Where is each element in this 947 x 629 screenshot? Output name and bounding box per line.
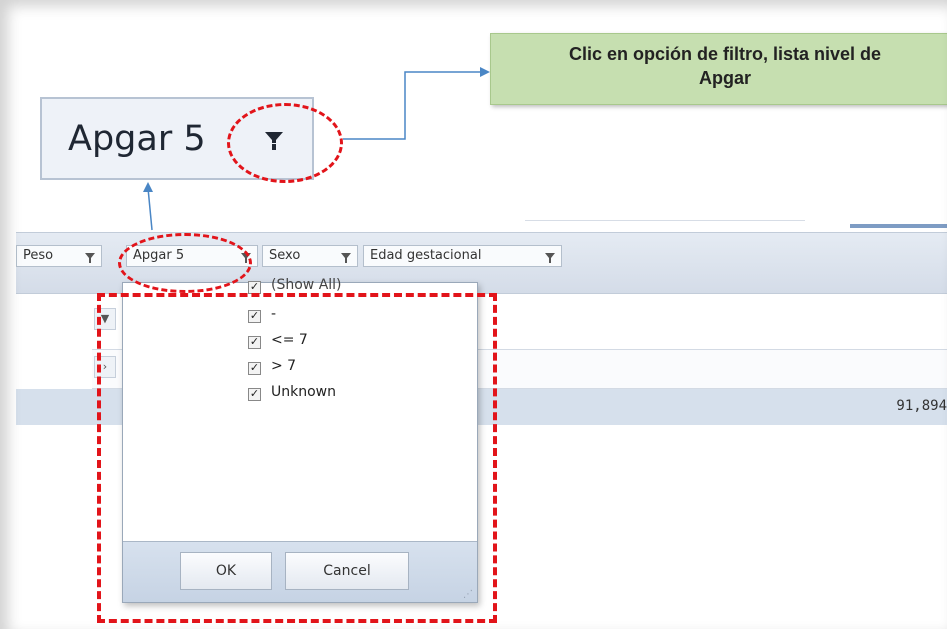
highlight-ellipse-apgar-chip — [118, 233, 252, 293]
highlight-rect-filter-list — [97, 293, 497, 623]
